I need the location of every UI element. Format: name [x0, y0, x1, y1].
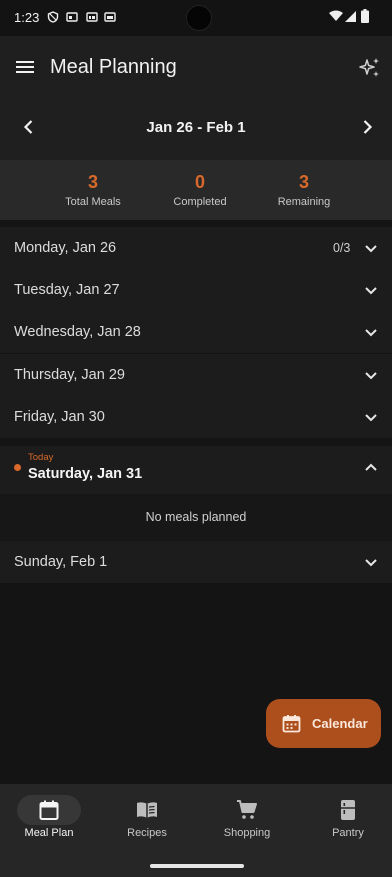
fridge-icon: [341, 800, 355, 820]
chevron-down-icon[interactable]: [362, 239, 380, 257]
calendar-button[interactable]: Calendar: [266, 699, 381, 748]
day-label: Thursday, Jan 29: [14, 367, 125, 383]
chevron-right-icon[interactable]: [356, 116, 378, 138]
week-range: Jan 26 - Feb 1: [146, 119, 246, 136]
app-bar: Meal Planning: [0, 36, 392, 98]
menu-icon[interactable]: [14, 56, 36, 78]
week-navigator: Jan 26 - Feb 1: [0, 98, 392, 160]
status-bar: 1:23: [0, 0, 392, 36]
stat-remaining: 3 Remaining: [239, 172, 369, 208]
cast-icon: [104, 12, 116, 22]
meal-stats: 3 Total Meals 0 Completed 3 Remaining: [0, 160, 392, 220]
stat-value: 3: [298, 172, 309, 192]
day-meal-count: 0/3: [333, 241, 351, 255]
wifi-icon: [329, 10, 343, 21]
page-title: Meal Planning: [50, 56, 177, 78]
calendar-button-label: Calendar: [312, 716, 368, 731]
today-tag: Today: [28, 452, 54, 463]
nav-meal-plan[interactable]: Meal Plan: [0, 784, 98, 854]
camera-icon: [186, 5, 212, 31]
cart-icon: [237, 800, 257, 819]
day-label: Sunday, Feb 1: [14, 554, 108, 570]
calendar-icon: [39, 800, 59, 820]
nav-label: Meal Plan: [24, 827, 74, 839]
day-row-friday[interactable]: Friday, Jan 30: [0, 396, 392, 438]
sim-icon: [66, 12, 78, 22]
day-label: Saturday, Jan 31: [28, 466, 143, 482]
nav-recipes[interactable]: Recipes: [98, 784, 196, 854]
day-row-monday[interactable]: Monday, Jan 26 0/3: [0, 227, 392, 269]
chevron-up-icon[interactable]: [362, 459, 380, 477]
nav-label: Recipes: [127, 827, 167, 839]
day-label: Monday, Jan 26: [14, 240, 117, 256]
today-indicator: [14, 464, 21, 471]
book-icon: [137, 802, 157, 818]
chevron-down-icon[interactable]: [362, 408, 380, 426]
day-label: Friday, Jan 30: [14, 409, 105, 425]
chevron-down-icon[interactable]: [362, 323, 380, 341]
gesture-bar[interactable]: [150, 864, 244, 868]
sparkle-icon[interactable]: [358, 56, 382, 80]
battery-icon: [361, 9, 369, 23]
empty-meals-message: No meals planned: [0, 494, 392, 541]
day-row-thursday[interactable]: Thursday, Jan 29: [0, 354, 392, 396]
bottom-navigation: Meal Plan Recipes Shopping Pantry: [0, 784, 392, 877]
chevron-down-icon[interactable]: [362, 281, 380, 299]
chevron-down-icon[interactable]: [362, 553, 380, 571]
day-row-today[interactable]: Today Saturday, Jan 31: [0, 446, 392, 494]
nav-label: Pantry: [332, 827, 364, 839]
nav-shopping[interactable]: Shopping: [198, 784, 296, 854]
stat-label: Remaining: [277, 196, 331, 208]
chevron-down-icon[interactable]: [362, 366, 380, 384]
shield-icon: [47, 11, 59, 23]
nav-pantry[interactable]: Pantry: [299, 784, 392, 854]
calendar-icon: [282, 715, 301, 733]
nav-label: Shopping: [223, 827, 271, 839]
day-label: Tuesday, Jan 27: [14, 282, 120, 298]
day-row-sunday[interactable]: Sunday, Feb 1: [0, 541, 392, 583]
day-row-tuesday[interactable]: Tuesday, Jan 27: [0, 269, 392, 311]
signal-icon: [345, 11, 356, 22]
screen-icon: [86, 12, 98, 22]
day-label: Wednesday, Jan 28: [14, 324, 141, 340]
day-row-wednesday[interactable]: Wednesday, Jan 28: [0, 311, 392, 353]
status-time: 1:23: [14, 10, 40, 25]
